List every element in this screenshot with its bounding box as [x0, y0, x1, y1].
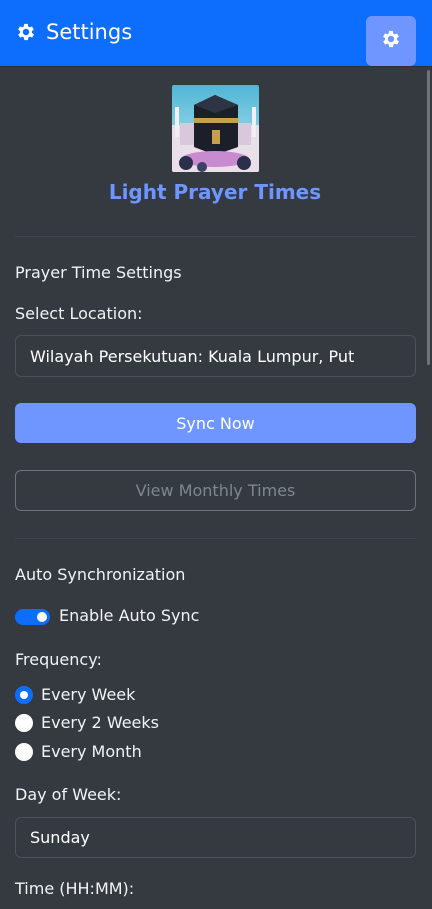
auto-sync-label: Enable Auto Sync: [59, 606, 200, 625]
toggle-knob: [37, 612, 47, 622]
view-monthly-times-button[interactable]: View Monthly Times: [15, 470, 416, 511]
time-label: Time (HH:MM):: [15, 879, 135, 898]
location-select[interactable]: Wilayah Persekutuan: Kuala Lumpur, Put: [15, 335, 416, 377]
location-label: Select Location:: [15, 304, 143, 323]
day-of-week-label: Day of Week:: [15, 785, 122, 804]
radio-every-month[interactable]: [15, 743, 33, 761]
radio-every-week[interactable]: [15, 686, 33, 704]
gear-icon: [380, 28, 402, 54]
scrollbar[interactable]: [427, 70, 430, 365]
frequency-label: Frequency:: [15, 650, 102, 669]
auto-sync-toggle[interactable]: [15, 609, 50, 625]
app-name: Light Prayer Times: [108, 180, 322, 204]
day-of-week-select[interactable]: Sunday: [15, 817, 416, 858]
kaaba-logo: [172, 85, 259, 172]
radio-label-every-2-weeks: Every 2 Weeks: [41, 713, 159, 732]
settings-button[interactable]: [366, 16, 416, 66]
radio-label-every-week: Every Week: [41, 685, 136, 704]
section-title-auto-sync: Auto Synchronization: [15, 565, 186, 584]
radio-label-every-month: Every Month: [41, 742, 142, 761]
radio-every-2-weeks[interactable]: [15, 714, 33, 732]
header-bar: Settings: [0, 0, 432, 67]
gear-icon: [15, 21, 37, 43]
section-title-prayer-settings: Prayer Time Settings: [15, 263, 182, 282]
header-title-text: Settings: [46, 20, 133, 44]
page-title: Settings: [15, 17, 132, 47]
sync-now-button[interactable]: Sync Now: [15, 403, 416, 443]
divider: [15, 538, 416, 539]
divider: [15, 236, 416, 237]
